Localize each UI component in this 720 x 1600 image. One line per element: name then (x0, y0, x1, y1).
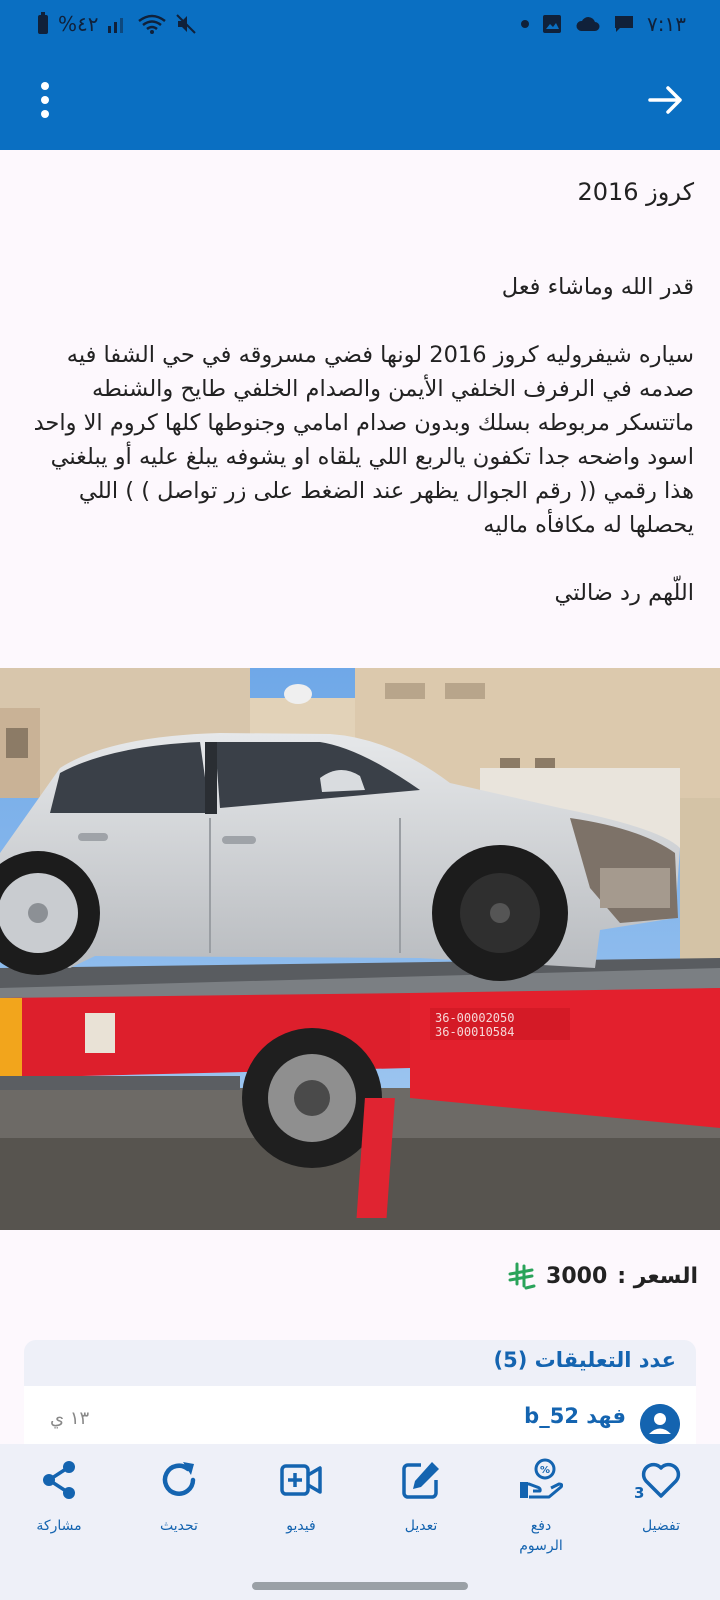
cloud-icon (576, 17, 600, 31)
nav-video-label: فيديو (286, 1518, 316, 1534)
listing-description: قدر الله وماشاء فعل سياره شيفروليه كروز … (33, 274, 694, 606)
bottom-navigation: مشاركة تحديث فيديو تعديل % دفع الرسوم 3 … (0, 1444, 720, 1600)
comments-card: عدد التعليقات (5) فهد b_52 ١٣ ي (24, 1340, 696, 1454)
nav-video[interactable]: فيديو (246, 1458, 356, 1536)
nav-pay-fees[interactable]: % دفع الرسوم (486, 1458, 596, 1556)
nav-edit[interactable]: تعديل (366, 1458, 476, 1536)
car-photo-illustration: 36-00002050 36-00010584 (0, 668, 720, 1230)
battery-percent: %٤٢ (58, 12, 99, 36)
dot-icon (521, 20, 530, 28)
clock: ٧:١٣ (647, 12, 686, 36)
nav-share[interactable]: مشاركة (4, 1458, 114, 1536)
home-indicator[interactable] (252, 1582, 468, 1590)
nav-refresh-label: تحديث (160, 1518, 198, 1534)
message-icon (615, 16, 634, 32)
nav-edit-label: تعديل (404, 1518, 438, 1534)
favorite-count-badge: 3 (634, 1484, 645, 1502)
mute-icon (175, 14, 196, 34)
user-avatar-icon (640, 1404, 680, 1444)
comments-count-title[interactable]: عدد التعليقات (5) (494, 1348, 676, 1372)
app-bar (0, 50, 720, 150)
nav-favorite-label: تفضيل (642, 1518, 680, 1534)
status-bar: %٤٢ ٧:١٣ (0, 0, 720, 50)
svg-text:%: % (540, 1465, 550, 1476)
status-left: %٤٢ (36, 12, 197, 36)
price: السعر : 3000 (508, 1262, 698, 1290)
nav-pay-fees-label: دفع الرسوم (519, 1518, 563, 1554)
car-photo[interactable]: 36-00002050 36-00010584 (0, 668, 720, 1230)
heart-icon (641, 1462, 681, 1498)
pay-fees-icon: % (520, 1458, 563, 1499)
edit-icon (402, 1462, 439, 1499)
status-right: ٧:١٣ (521, 12, 686, 36)
nav-refresh[interactable]: تحديث (124, 1458, 234, 1536)
svg-text:36-00002050: 36-00002050 (435, 1011, 514, 1025)
svg-text:36-00010584: 36-00010584 (435, 1025, 514, 1039)
more-options-icon[interactable] (30, 78, 60, 122)
price-label: السعر : (617, 1263, 698, 1289)
share-icon (43, 1461, 75, 1499)
back-arrow-icon[interactable] (646, 80, 686, 120)
nav-share-label: مشاركة (36, 1518, 82, 1534)
refresh-icon (162, 1462, 196, 1496)
image-icon (543, 15, 562, 33)
battery-icon (38, 12, 48, 34)
saudi-riyal-icon (508, 1262, 536, 1290)
signal-icon (107, 18, 123, 33)
price-value: 3000 (546, 1263, 608, 1289)
wifi-icon (137, 14, 166, 34)
comment-time: ١٣ ي (50, 1408, 90, 1429)
listing-title: كروز 2016 (577, 178, 694, 206)
comment-username[interactable]: فهد b_52 (524, 1404, 626, 1428)
nav-favorite[interactable]: 3 تفضيل (606, 1458, 716, 1536)
video-icon (280, 1464, 322, 1496)
